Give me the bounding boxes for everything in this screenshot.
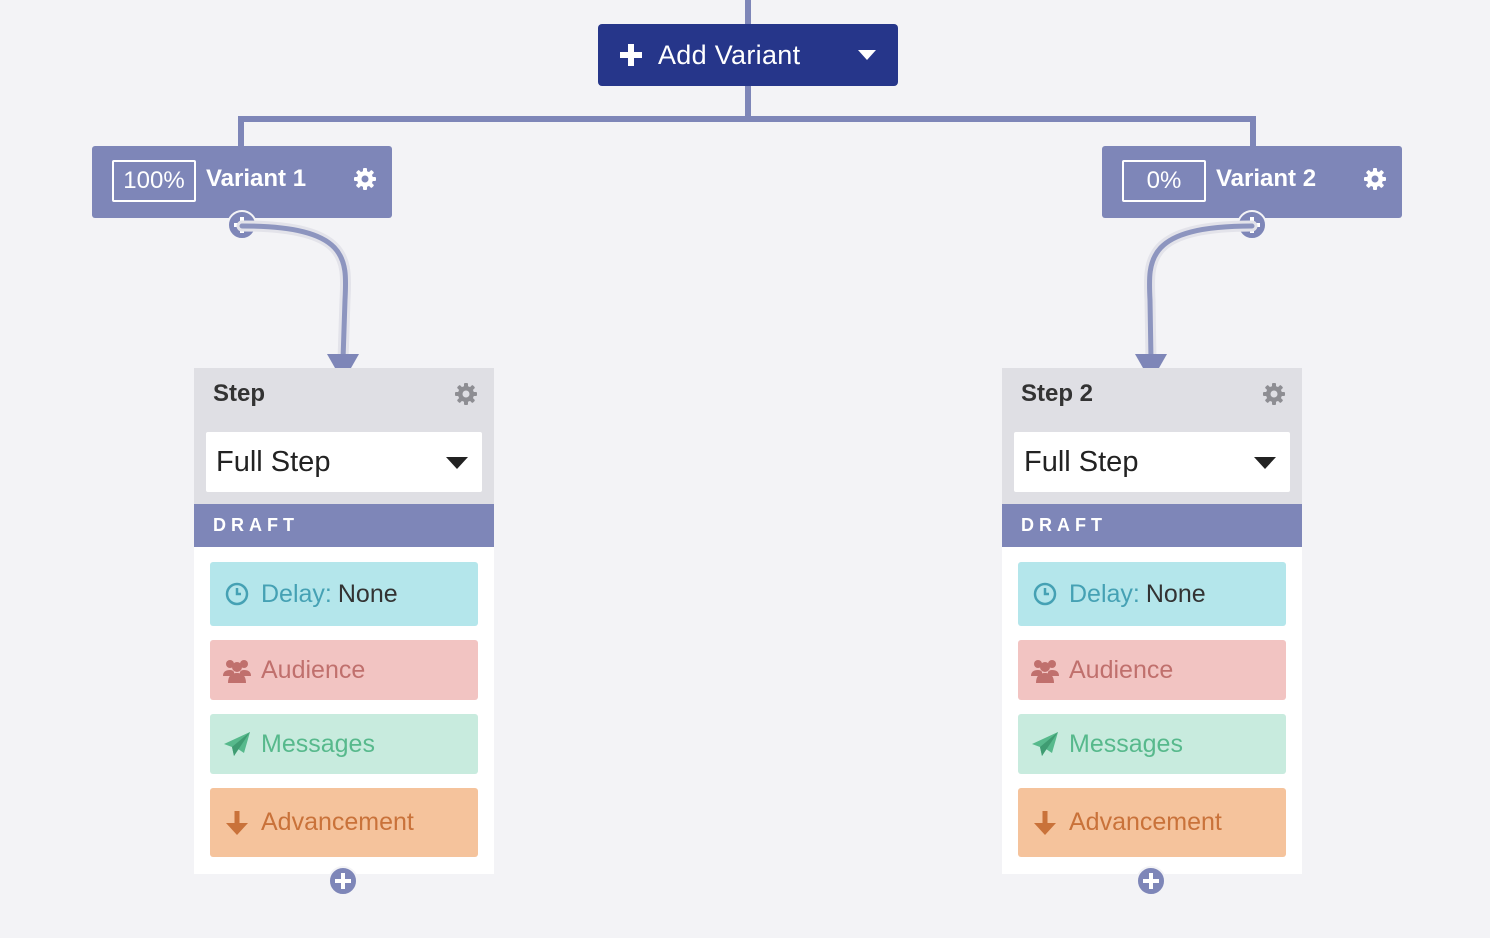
chevron-down-icon[interactable] bbox=[858, 50, 876, 60]
variant-header-2[interactable]: 0% Variant 2 bbox=[1102, 146, 1402, 218]
audience-label: Audience bbox=[1069, 655, 1174, 684]
step-type-select[interactable]: Full Step bbox=[206, 432, 482, 492]
status-badge: DRAFT bbox=[194, 504, 494, 547]
delay-tile[interactable]: Delay: None bbox=[1018, 562, 1286, 626]
delay-tile[interactable]: Delay: None bbox=[210, 562, 478, 626]
connector-right-drop bbox=[1250, 116, 1256, 148]
users-icon bbox=[1031, 660, 1059, 683]
audience-tile[interactable]: Audience bbox=[210, 640, 478, 700]
messages-label: Messages bbox=[1069, 729, 1183, 758]
step-header: Step 2 Full Step bbox=[1002, 368, 1302, 504]
connector-top bbox=[745, 0, 751, 24]
step-type-value: Full Step bbox=[216, 445, 331, 478]
status-badge: DRAFT bbox=[1002, 504, 1302, 547]
delay-value: None bbox=[1145, 579, 1206, 608]
step-card-2: Step 2 Full Step DRAFT Delay: None Audie… bbox=[1002, 368, 1302, 874]
arrow-down-icon bbox=[1034, 810, 1056, 835]
variant-name: Variant 2 bbox=[1216, 165, 1317, 192]
add-step-below-icon[interactable] bbox=[328, 866, 358, 896]
gear-icon[interactable] bbox=[1262, 382, 1286, 406]
chevron-down-icon bbox=[446, 457, 468, 469]
audience-label: Audience bbox=[261, 655, 366, 684]
add-variant-button[interactable]: Add Variant bbox=[598, 24, 898, 86]
clock-icon bbox=[225, 582, 249, 606]
add-step-icon[interactable] bbox=[1237, 210, 1267, 240]
plus-icon bbox=[620, 44, 642, 66]
advancement-label: Advancement bbox=[1069, 808, 1222, 836]
add-step-icon[interactable] bbox=[227, 210, 257, 240]
clock-icon bbox=[1033, 582, 1057, 606]
variant-percent-field[interactable]: 0% bbox=[1122, 160, 1206, 202]
advancement-tile[interactable]: Advancement bbox=[210, 788, 478, 857]
variant-name: Variant 1 bbox=[206, 165, 307, 192]
delay-label: Delay: bbox=[261, 579, 332, 608]
add-variant-label: Add Variant bbox=[658, 39, 801, 70]
advancement-label: Advancement bbox=[261, 808, 414, 836]
arrow-down-icon bbox=[226, 810, 248, 835]
step-title: Step bbox=[213, 380, 266, 407]
step-type-value: Full Step bbox=[1024, 445, 1139, 478]
step-title: Step 2 bbox=[1021, 380, 1094, 407]
delay-value: None bbox=[337, 579, 398, 608]
users-icon bbox=[223, 660, 251, 683]
connector-left-drop bbox=[238, 116, 244, 148]
step-type-select[interactable]: Full Step bbox=[1014, 432, 1290, 492]
advancement-tile[interactable]: Advancement bbox=[1018, 788, 1286, 857]
messages-label: Messages bbox=[261, 729, 375, 758]
gear-icon[interactable] bbox=[454, 382, 478, 406]
step-card-1: Step Full Step DRAFT Delay: None Audienc… bbox=[194, 368, 494, 874]
messages-tile[interactable]: Messages bbox=[1018, 714, 1286, 774]
audience-tile[interactable]: Audience bbox=[1018, 640, 1286, 700]
step-header: Step Full Step bbox=[194, 368, 494, 504]
variant-header-1[interactable]: 100% Variant 1 bbox=[92, 146, 392, 218]
paper-plane-icon bbox=[1032, 732, 1058, 756]
variant-percent-field[interactable]: 100% bbox=[112, 160, 196, 202]
delay-label: Delay: bbox=[1069, 579, 1140, 608]
paper-plane-icon bbox=[224, 732, 250, 756]
chevron-down-icon bbox=[1254, 457, 1276, 469]
messages-tile[interactable]: Messages bbox=[210, 714, 478, 774]
gear-icon[interactable] bbox=[1363, 167, 1387, 191]
gear-icon[interactable] bbox=[353, 167, 377, 191]
connector-horizontal bbox=[238, 116, 1256, 122]
add-step-below-icon[interactable] bbox=[1136, 866, 1166, 896]
